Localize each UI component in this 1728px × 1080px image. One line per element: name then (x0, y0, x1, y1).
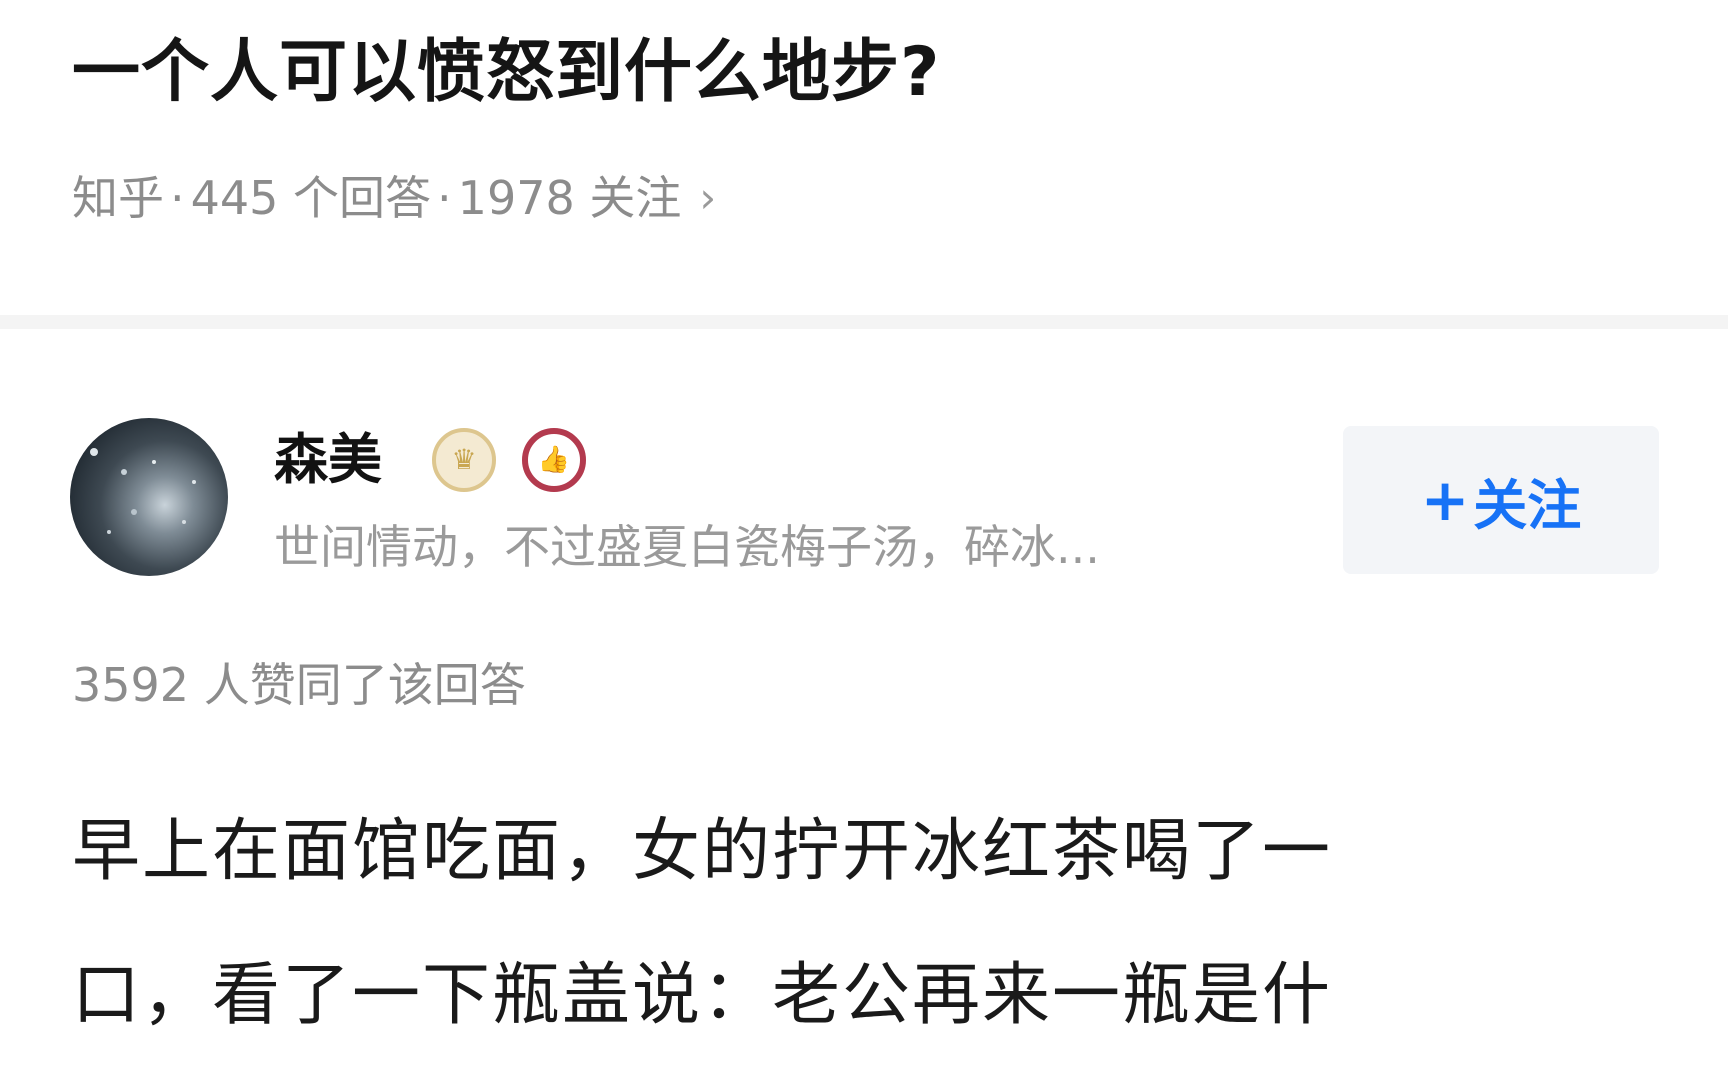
question-meta[interactable]: 知乎 · 445 个回答 · 1978 关注 › (72, 158, 716, 238)
author-row: 森美 ♛ 👍 世间情动，不过盛夏白瓷梅子汤，碎冰... + 关注 (0, 400, 1728, 600)
answer-count: 445 个回答 (190, 171, 432, 225)
answer-body[interactable]: 早上在面馆吃面，女的拧开冰红茶喝了一 口，看了一下瓶盖说：老公再来一瓶是什 (72, 780, 1662, 1068)
question-title[interactable]: 一个人可以愤怒到什么地步? (72, 18, 940, 128)
answer-text-line: 口，看了一下瓶盖说：老公再来一瓶是什 (72, 956, 1333, 1035)
answer-text-line: 早上在面馆吃面，女的拧开冰红茶喝了一 (72, 812, 1333, 891)
author-bio: 世间情动，不过盛夏白瓷梅子汤，碎冰... (274, 520, 1100, 574)
chevron-right-icon: › (699, 173, 717, 222)
plus-icon: + (1420, 466, 1470, 534)
section-divider (0, 315, 1728, 329)
question-header: 一个人可以愤怒到什么地步? 知乎 · 445 个回答 · 1978 关注 › (0, 0, 1728, 315)
vote-count: 3592 人赞同了该回答 (72, 658, 526, 712)
follow-button-label: 关注 (1473, 473, 1582, 537)
meta-separator: · (170, 171, 185, 225)
author-name[interactable]: 森美 (274, 420, 382, 500)
follower-count: 1978 关注 (457, 171, 682, 225)
follow-button[interactable]: + 关注 (1343, 426, 1659, 574)
meta-separator: · (437, 171, 452, 225)
avatar[interactable] (70, 418, 228, 576)
crown-badge-icon[interactable]: ♛ (432, 428, 496, 492)
question-source: 知乎 (72, 171, 164, 225)
thumbs-up-badge-icon[interactable]: 👍 (522, 428, 586, 492)
